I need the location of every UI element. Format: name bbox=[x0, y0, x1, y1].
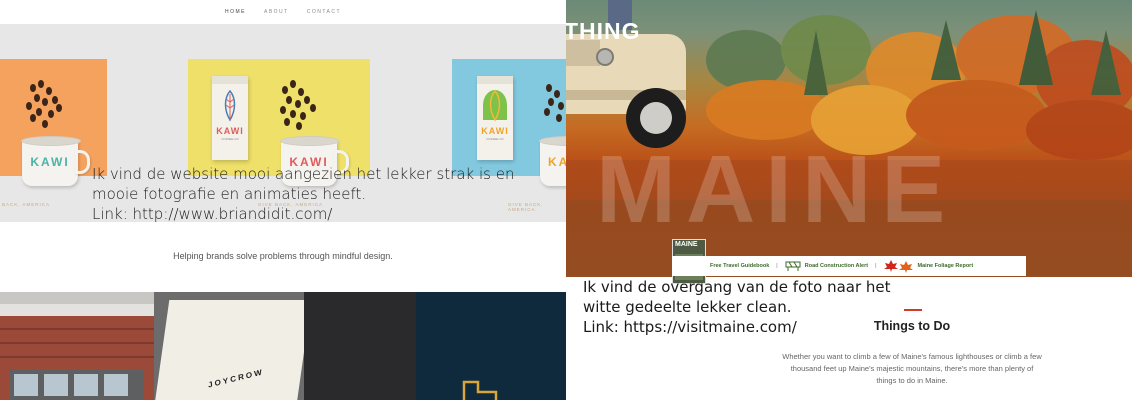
nav-about-link[interactable]: ABOUT bbox=[264, 9, 289, 15]
tote-bag-photo-tile[interactable]: JOYCROW bbox=[154, 292, 416, 400]
kawi-coffee-bag-2: KAWI COFFEE CO bbox=[477, 76, 513, 160]
bag-brand-label: KAWI bbox=[481, 126, 509, 136]
annotation-line: witte gedeelte lekker clean. bbox=[583, 298, 792, 316]
top-nav: HOME ABOUT CONTACT bbox=[0, 0, 566, 24]
magazine-title: MAINE bbox=[675, 241, 698, 248]
maple-leaf-icon bbox=[883, 260, 913, 273]
maine-foliage-hero-photo: THING MAINE bbox=[566, 0, 1132, 277]
annotation-line: Ik vind de overgang van de foto naar het bbox=[583, 278, 891, 296]
kawi-mug-1: KAWI bbox=[21, 136, 90, 186]
mug-brand-label: KA bbox=[548, 155, 566, 169]
tagline: Helping brands solve problems through mi… bbox=[173, 251, 393, 261]
bag-sub-label: COFFEE CO bbox=[486, 137, 504, 141]
nav-home-link[interactable]: HOME bbox=[225, 9, 246, 15]
left-annotation: Ik vind de website mooi aangezien het le… bbox=[92, 164, 514, 224]
nav-contact-link[interactable]: CONTACT bbox=[307, 9, 341, 15]
bag-sub-label: COFFEE CO bbox=[221, 137, 239, 141]
hero-heading-partial: THING bbox=[566, 18, 641, 44]
bag-brand-label: KAWI bbox=[216, 126, 244, 136]
kawi-coffee-bag-1: KAWI COFFEE CO bbox=[212, 76, 248, 160]
section-title: Things to Do bbox=[873, 319, 951, 333]
section-paragraph: Whether you want to climb a few of Maine… bbox=[782, 352, 1042, 385]
road-barrier-icon bbox=[785, 261, 801, 271]
tote-brand-text: JOYCROW bbox=[207, 367, 265, 390]
tote-bag: JOYCROW bbox=[154, 300, 312, 400]
logo-mark-icon bbox=[462, 380, 498, 400]
hero-caption-1: BACK, AMERICA bbox=[2, 202, 51, 207]
building-photo-tile[interactable] bbox=[0, 292, 154, 400]
section-divider bbox=[904, 309, 922, 311]
maine-foliage-report-link[interactable]: Maine Foliage Report bbox=[883, 259, 973, 273]
left-screenshot-panel: HOME ABOUT CONTACT KAWI KAWI COFFEE CO K… bbox=[0, 0, 566, 400]
road-construction-alert-link[interactable]: Road Construction Alert bbox=[785, 260, 868, 272]
navy-brand-tile[interactable] bbox=[416, 292, 566, 400]
hero-caption-3: GIVE BACK, AMERICA bbox=[508, 202, 544, 212]
feather-icon bbox=[224, 90, 236, 122]
annotation-link-line[interactable]: Link: http://www.briandidit.com/ bbox=[92, 204, 514, 224]
annotation-line: mooie fotografie en animaties heeft. bbox=[92, 185, 367, 203]
right-screenshot-panel: THING MAINE MAINE Free Travel Guidebook … bbox=[566, 0, 1132, 400]
feather-icon bbox=[489, 90, 501, 122]
kawi-mug-3: KA bbox=[539, 136, 566, 186]
quick-links-bar: Free Travel Guidebook | Road Constructio… bbox=[672, 256, 1026, 276]
mug-brand-label: KAWI bbox=[30, 155, 70, 169]
annotation-line: Ik vind de website mooi aangezien het le… bbox=[92, 165, 515, 183]
black-shirt bbox=[304, 292, 416, 400]
free-travel-guidebook-link[interactable]: Free Travel Guidebook bbox=[710, 263, 769, 269]
maine-watermark-text: MAINE bbox=[596, 136, 956, 243]
